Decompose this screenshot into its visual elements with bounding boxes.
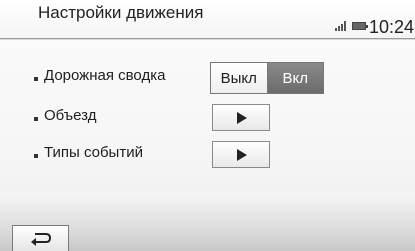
bullet-icon [34,117,38,121]
event-types-open-button[interactable] [212,141,270,168]
play-icon [237,148,247,161]
toggle-option-on[interactable]: Вкл [267,63,323,93]
battery-icon [352,22,368,30]
back-button[interactable] [12,225,69,251]
header-bar: Настройки движения 10:24 [0,0,415,39]
play-icon [237,111,247,124]
page-title: Настройки движения [38,3,204,22]
traffic-summary-toggle[interactable]: Выкл Вкл [210,62,324,94]
toggle-option-off[interactable]: Выкл [211,63,268,93]
detour-open-button[interactable] [212,104,270,131]
traffic-settings-screen: Настройки движения 10:24 Дорожная сводка… [0,0,415,251]
setting-label-event-types: Типы событий [44,144,143,161]
bullet-icon [34,77,38,81]
back-arrow-icon [30,232,51,246]
clock: 10:24 [369,17,415,37]
bullet-icon [34,154,38,158]
signal-bars-icon [335,21,349,31]
setting-label-traffic-summary: Дорожная сводка [44,67,166,84]
setting-label-detour: Объезд [44,107,97,124]
